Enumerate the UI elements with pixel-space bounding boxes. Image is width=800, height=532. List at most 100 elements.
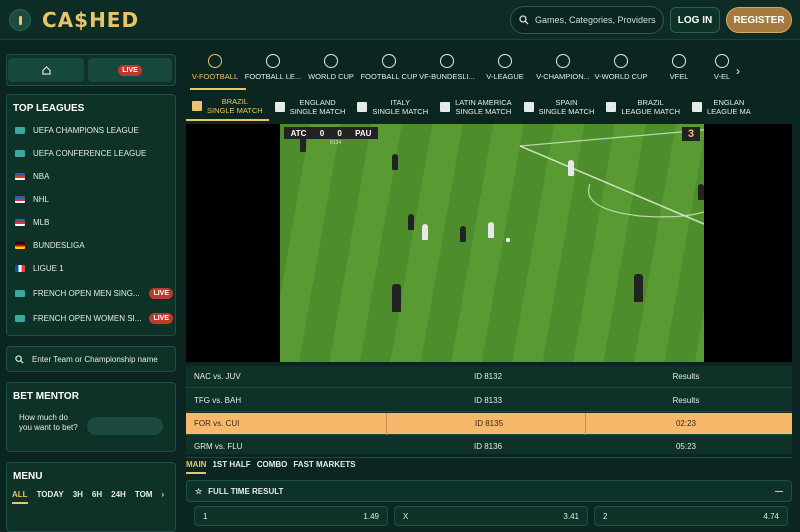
tab-football-cup[interactable]: FOOTBALL CUP	[360, 54, 418, 88]
logo[interactable]: CA$HED	[42, 8, 139, 32]
market-tab-combo[interactable]: COMBO	[257, 460, 288, 474]
event-row-selected[interactable]: FOR vs. CUI ID 8135 02:23	[186, 412, 792, 435]
league-item[interactable]: BUNDESLIGA	[15, 234, 175, 256]
player	[392, 154, 398, 170]
odd-button-draw[interactable]: X 3.41	[394, 506, 588, 526]
league-icon	[498, 54, 512, 68]
menu-tab-6h[interactable]: 6H	[92, 490, 102, 504]
live-button[interactable]: LIVE	[88, 58, 172, 82]
us-flag-icon	[15, 195, 25, 203]
player	[392, 284, 401, 312]
menu-tab-3h[interactable]: 3H	[73, 490, 83, 504]
football-icon	[208, 54, 222, 68]
bet-mentor-panel: BET MENTOR How much do you want to bet?	[6, 382, 176, 452]
live-badge: LIVE	[149, 312, 173, 324]
team-search-placeholder: Enter Team or Championship name	[32, 354, 158, 364]
league-item[interactable]: UEFA CONFERENCE LEAGUE	[15, 142, 175, 164]
league-item[interactable]: MLB	[15, 211, 175, 233]
league-item[interactable]: NBA	[15, 165, 175, 187]
market-tab-1st-half[interactable]: 1ST HALF	[212, 460, 250, 474]
tab-football-league[interactable]: FOOTBALL LE...	[244, 54, 302, 88]
player	[634, 274, 643, 302]
live-badge: LIVE	[118, 64, 142, 76]
collapse-icon[interactable]: —	[775, 487, 783, 496]
league-item[interactable]: FRENCH OPEN MEN SING... LIVE	[15, 282, 175, 304]
pitch-view: ATC 0 0 PAU 8134 3	[280, 124, 704, 362]
league-icon	[15, 126, 25, 134]
player	[408, 214, 414, 230]
event-row[interactable]: GRM vs. FLU ID 8136 05:23	[186, 436, 792, 458]
tab-v-el[interactable]: V-EL	[708, 54, 736, 88]
sports-tabs: V-FOOTBALL FOOTBALL LE... WORLD CUP FOOT…	[186, 54, 792, 88]
france-flag-icon	[15, 264, 25, 272]
bet-amount-input[interactable]	[87, 417, 163, 435]
tab-v-champions[interactable]: V-CHAMPION...	[534, 54, 592, 88]
shield-icon	[715, 54, 729, 68]
player	[460, 226, 466, 242]
menu-tab-24h[interactable]: 24H	[111, 490, 126, 504]
trophy-icon	[324, 54, 338, 68]
comp-tab-brazil-single[interactable]: BRAZIL SINGLE MATCH	[186, 93, 269, 121]
team-search-input[interactable]: Enter Team or Championship name	[6, 346, 176, 372]
menu-tab-tomorrow[interactable]: TOM	[135, 490, 153, 504]
league-icon	[15, 289, 25, 297]
comp-tab-spain-single[interactable]: SPAIN SINGLE MATCH	[518, 93, 601, 121]
match-video[interactable]: ATC 0 0 PAU 8134 3	[186, 124, 792, 362]
tab-v-world-cup[interactable]: V-WORLD CUP	[592, 54, 650, 88]
flag-icon	[192, 101, 202, 111]
comp-tab-brazil-league[interactable]: BRAZIL LEAGUE MATCH	[600, 93, 686, 121]
search-icon	[15, 354, 24, 364]
tab-vf-bundesliga[interactable]: VF-BUNDESLI...	[418, 54, 476, 88]
home-icon	[41, 65, 51, 75]
tab-v-league[interactable]: V-LEAGUE	[476, 54, 534, 88]
league-item[interactable]: NHL	[15, 188, 175, 210]
menu-tab-all[interactable]: ALL	[12, 490, 28, 504]
player	[568, 160, 574, 176]
germany-flag-icon	[15, 241, 25, 249]
league-item[interactable]: LIGUE 1	[15, 257, 175, 279]
chevron-right-icon[interactable]: ›	[161, 490, 164, 504]
flag-icon	[440, 102, 451, 112]
player	[422, 224, 428, 240]
tab-vfel[interactable]: VFEL	[650, 54, 708, 88]
chevron-right-icon[interactable]: ›	[736, 54, 740, 88]
player	[698, 184, 704, 200]
odd-button-home[interactable]: 1 1.49	[194, 506, 388, 526]
market-tab-main[interactable]: MAIN	[186, 460, 207, 474]
market-tabs: MAIN 1ST HALF COMBO FAST MARKETS	[186, 460, 356, 474]
ball	[506, 238, 510, 242]
comp-tab-latin-america-single[interactable]: LATIN AMERICA SINGLE MATCH	[434, 93, 518, 121]
login-button[interactable]: LOG IN	[670, 7, 720, 33]
event-row[interactable]: NAC vs. JUV ID 8132 Results	[186, 366, 792, 388]
flag-icon	[523, 102, 534, 112]
comp-tab-england-league[interactable]: ENGLAN LEAGUE MA	[686, 93, 757, 121]
tab-v-football[interactable]: V-FOOTBALL	[186, 54, 244, 88]
flag-icon	[357, 102, 368, 112]
home-button[interactable]	[8, 58, 84, 82]
league-item[interactable]: FRENCH OPEN WOMEN SI... LIVE	[15, 307, 175, 329]
active-tab-underline	[190, 88, 246, 90]
search-placeholder: Games, Categories, Providers	[535, 15, 656, 25]
comp-tab-england-single[interactable]: ENGLAND SINGLE MATCH	[269, 93, 352, 121]
top-bar: CA$HED Games, Categories, Providers LOG …	[0, 0, 800, 40]
menu-time-tabs: ALL TODAY 3H 6H 24H TOM ›	[12, 490, 164, 504]
tab-world-cup[interactable]: WORLD CUP	[302, 54, 360, 88]
comp-tab-italy-single[interactable]: ITALY SINGLE MATCH	[351, 93, 434, 121]
register-button[interactable]: REGISTER	[726, 7, 792, 33]
event-row[interactable]: TFG vs. BAH ID 8133 Results	[186, 390, 792, 412]
player	[488, 222, 494, 238]
top-leagues-title: TOP LEAGUES	[13, 103, 85, 114]
flag-icon	[274, 102, 285, 112]
full-time-result-header[interactable]: ☆ FULL TIME RESULT —	[186, 480, 792, 502]
odd-button-away[interactable]: 2 4.74	[594, 506, 788, 526]
global-search[interactable]: Games, Categories, Providers	[510, 6, 664, 34]
league-item[interactable]: UEFA CHAMPIONS LEAGUE	[15, 119, 175, 141]
us-flag-icon	[15, 172, 25, 180]
trophy-icon	[556, 54, 570, 68]
menu-tab-today[interactable]: TODAY	[37, 490, 64, 504]
flag-icon	[606, 102, 617, 112]
menu-toggle-button[interactable]	[9, 9, 31, 31]
market-tab-fast-markets[interactable]: FAST MARKETS	[293, 460, 355, 474]
star-icon[interactable]: ☆	[195, 487, 202, 496]
competition-tabs: BRAZIL SINGLE MATCH ENGLAND SINGLE MATCH I…	[186, 93, 792, 121]
